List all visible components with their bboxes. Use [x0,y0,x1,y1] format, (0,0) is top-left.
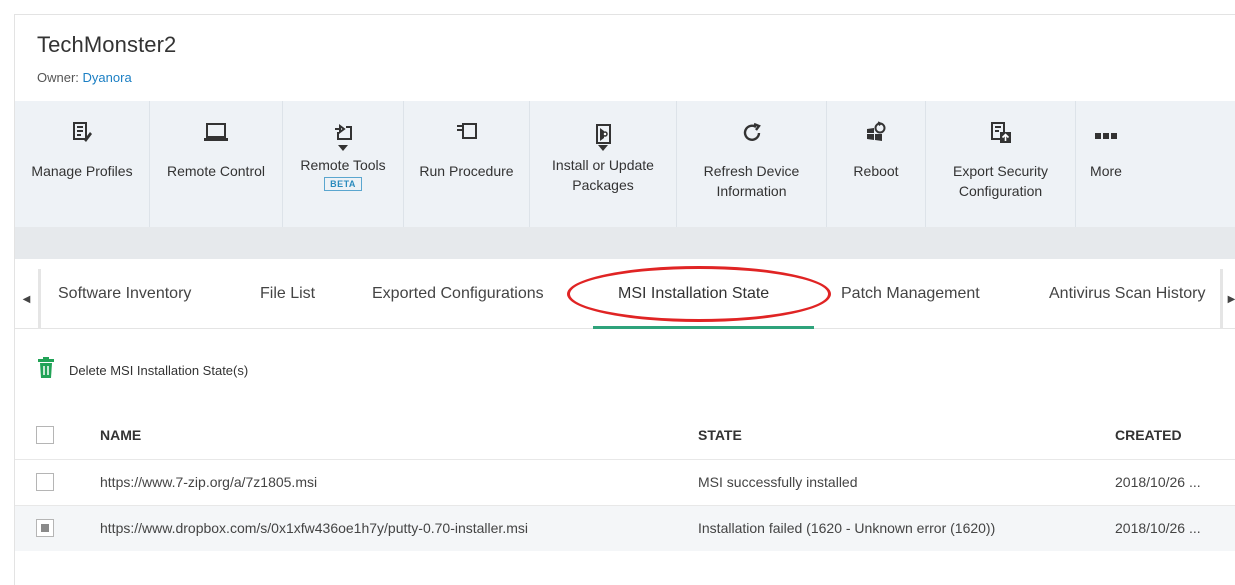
remote-control-label: Remote Control [166,163,266,179]
install-caret-icon [598,141,608,155]
remote-tools-icon [332,123,354,141]
table-row[interactable]: https://www.dropbox.com/s/0x1xfw436oe1h7… [15,505,1235,551]
reboot-label: Reboot [853,163,899,179]
column-header-state[interactable]: STATE [698,427,742,443]
tab-bar: ◀ Software Inventory File List Exported … [15,259,1235,329]
owner-label: Owner: [37,70,79,85]
refresh-icon [740,121,764,151]
beta-badge: BETA [324,177,362,191]
row-state: Installation failed (1620 - Unknown erro… [698,520,996,536]
more-button[interactable]: More [1076,101,1136,227]
device-title: TechMonster2 [37,32,177,57]
select-all-checkbox[interactable] [36,426,54,444]
remote-control-button[interactable]: Remote Control [150,101,283,227]
row-name: https://www.7-zip.org/a/7z1805.msi [100,474,318,490]
package-icon [593,123,613,144]
row-created: 2018/10/26 ... [1115,474,1201,490]
tab-msi-installation-state[interactable]: MSI Installation State [618,285,769,303]
manage-profiles-button[interactable]: Manage Profiles [15,101,150,227]
export-security-configuration-label: Export Security Configuration [953,163,1048,199]
column-header-created[interactable]: CREATED [1115,427,1182,443]
procedure-icon [456,121,478,151]
row-checkbox[interactable] [36,473,54,491]
remote-tools-caret-icon [338,141,348,155]
tab-scroll-left-icon[interactable]: ◀ [15,269,41,329]
refresh-device-information-label: Refresh Device Information [703,163,800,199]
export-config-icon [990,121,1012,151]
tab-file-list[interactable]: File List [260,285,315,303]
device-details-panel: TechMonster2 Owner: Dyanora Manage Profi… [14,14,1235,585]
more-label: More [1090,163,1122,179]
owner-link[interactable]: Dyanora [83,70,132,85]
tab-scroll-right-icon[interactable]: ▶ [1220,269,1235,329]
export-security-configuration-button[interactable]: Export Security Configuration [926,101,1076,227]
reboot-button[interactable]: Reboot [827,101,926,227]
delete-msi-state-button[interactable]: Delete MSI Installation State(s) [37,357,248,384]
install-update-packages-label: Install or Update Packages [552,157,654,193]
tab-exported-configurations[interactable]: Exported Configurations [372,285,544,303]
row-state: MSI successfully installed [698,474,858,490]
active-tab-indicator [593,326,814,329]
tab-patch-management[interactable]: Patch Management [841,285,980,303]
edit-document-icon [71,121,93,151]
tab-antivirus-scan-history[interactable]: Antivirus Scan History [1049,285,1220,303]
tab-software-inventory[interactable]: Software Inventory [58,285,191,303]
remote-tools-button[interactable]: Remote Tools BETA [283,101,404,227]
more-icon [1095,121,1117,151]
delete-msi-state-label: Delete MSI Installation State(s) [69,363,249,378]
trash-icon [37,357,55,384]
run-procedure-button[interactable]: Run Procedure [404,101,530,227]
install-update-packages-button[interactable]: Install or Update Packages [530,101,677,227]
manage-profiles-label: Manage Profiles [31,163,133,179]
owner-info: Owner: Dyanora [37,70,132,85]
toolbar-separator-band [15,227,1235,259]
device-header: TechMonster2 Owner: Dyanora [15,15,1235,101]
laptop-icon [202,121,230,151]
row-checkbox[interactable] [36,519,54,537]
table-header-row: NAME STATE CREATED [15,413,1235,459]
remote-tools-label: Remote Tools [300,157,386,173]
refresh-device-information-button[interactable]: Refresh Device Information [677,101,827,227]
reboot-icon [864,121,888,151]
device-toolbar: Manage Profiles Remote Control Remote To… [15,101,1235,227]
run-procedure-label: Run Procedure [419,163,514,179]
msi-state-table: NAME STATE CREATED https://www.7-zip.org… [15,413,1235,551]
table-row[interactable]: https://www.7-zip.org/a/7z1805.msi MSI s… [15,459,1235,505]
row-created: 2018/10/26 ... [1115,520,1201,536]
column-header-name[interactable]: NAME [100,427,141,443]
row-name: https://www.dropbox.com/s/0x1xfw436oe1h7… [100,520,528,536]
